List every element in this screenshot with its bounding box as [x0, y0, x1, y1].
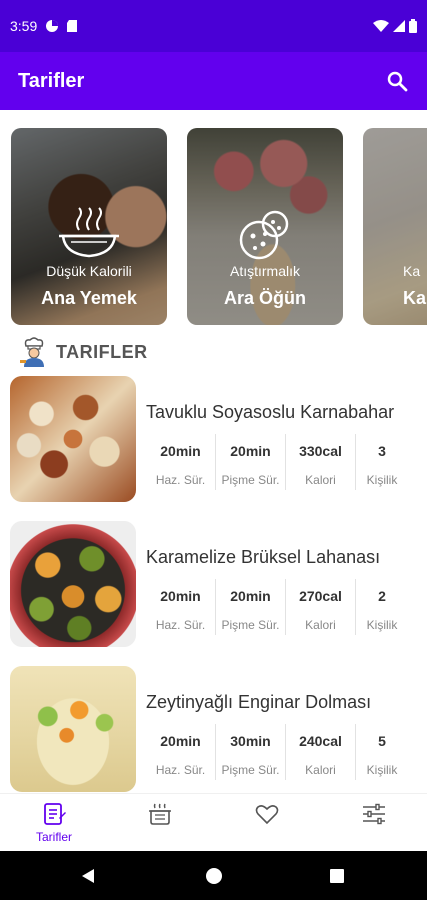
prep-time-label: Haz. Sür. [155, 618, 206, 632]
prep-time-value: 20min [160, 733, 201, 749]
cooking-pot-icon [149, 803, 171, 825]
cook-time-label: Pişme Sür. [221, 763, 280, 777]
category-card-snack[interactable]: Atıştırmalık Ara Öğün [187, 128, 343, 325]
status-bar: 3:59 [0, 0, 427, 52]
category-title: Ka [403, 288, 427, 308]
nav-tab-recipes[interactable]: Tarifler [24, 800, 84, 846]
back-icon[interactable] [80, 867, 98, 885]
recipe-card[interactable]: Karamelize Brüksel Lahanası 20min Haz. Sü… [10, 521, 427, 647]
recents-icon[interactable] [329, 868, 345, 884]
calorie-value: 330cal [299, 443, 342, 459]
recipe-image [10, 376, 136, 502]
serving-label: Kişilik [366, 473, 398, 487]
battery-icon [409, 19, 417, 33]
status-time: 3:59 [10, 18, 38, 34]
recipe-card[interactable]: Tavuklu Soyasoslu Karnabahar 20min Haz. S… [10, 376, 427, 502]
cook-time-label: Pişme Sür. [221, 618, 280, 632]
category-subtitle: Ka [403, 263, 421, 279]
cook-time-value: 20min [230, 588, 271, 604]
cook-time-value: 30min [230, 733, 271, 749]
recipe-name: Tavuklu Soyasoslu Karnabahar [146, 402, 395, 422]
recipe-image [10, 666, 136, 792]
chef-icon [20, 337, 44, 367]
bottom-navigation: Tarifler [0, 793, 427, 851]
heart-icon [255, 805, 279, 825]
calorie-value: 270cal [299, 588, 342, 604]
serving-value: 5 [378, 733, 386, 749]
calorie-label: Kalori [305, 618, 336, 632]
recipe-card[interactable]: Zeytinyağlı Enginar Dolması 20min Haz. Sü… [10, 666, 427, 792]
category-carousel[interactable]: Düşük Kalorili Ana Yemek Atıştırmalık Ar… [0, 128, 427, 326]
cook-time-value: 20min [230, 443, 271, 459]
system-navigation-bar [0, 851, 427, 900]
calorie-label: Kalori [305, 473, 336, 487]
serving-label: Kişilik [366, 618, 398, 632]
serving-value: 3 [378, 443, 386, 459]
calorie-value: 240cal [299, 733, 342, 749]
section-header: TARIFLER [18, 336, 148, 368]
category-title: Ana Yemek [41, 288, 137, 308]
sd-card-icon [67, 20, 78, 32]
app-bar: Tarifler [0, 52, 427, 110]
recipe-name: Karamelize Brüksel Lahanası [146, 547, 381, 567]
prep-time-value: 20min [160, 588, 201, 604]
recipe-image [10, 521, 136, 647]
data-saver-icon [46, 20, 59, 32]
home-icon[interactable] [205, 867, 223, 885]
serving-label: Kişilik [366, 763, 398, 777]
nav-tab-settings[interactable] [344, 800, 404, 846]
recipe-stats: 20min Haz. Sür. 20min Pişme Sür. 330cal Kal… [146, 434, 408, 490]
search-icon[interactable] [385, 69, 409, 93]
signal-icon [393, 20, 405, 32]
recipe-book-icon [44, 803, 66, 825]
category-card-partial[interactable]: Ka Ka [363, 128, 427, 325]
sliders-icon [363, 803, 385, 825]
recipe-name: Zeytinyağlı Enginar Dolması [146, 692, 372, 712]
prep-time-label: Haz. Sür. [155, 473, 206, 487]
page-title: Tarifler [18, 69, 85, 92]
recipe-stats: 20min Haz. Sür. 20min Pişme Sür. 270cal Kal… [146, 579, 408, 635]
calorie-label: Kalori [305, 763, 336, 777]
nav-tab-cooking[interactable] [130, 800, 190, 846]
wifi-icon [373, 20, 389, 32]
nav-tab-favorites[interactable] [237, 800, 297, 846]
prep-time-value: 20min [160, 443, 201, 459]
category-subtitle: Atıştırmalık [229, 263, 300, 279]
cook-time-label: Pişme Sür. [221, 473, 280, 487]
category-card-main-dish[interactable]: Düşük Kalorili Ana Yemek [11, 128, 167, 325]
recipe-stats: 20min Haz. Sür. 30min Pişme Sür. 240cal Kal… [146, 724, 408, 780]
nav-label: Tarifler [35, 830, 72, 844]
prep-time-label: Haz. Sür. [155, 763, 206, 777]
section-title: TARIFLER [56, 341, 148, 362]
category-subtitle: Düşük Kalorili [46, 263, 132, 279]
category-title: Ara Öğün [223, 288, 306, 308]
food-bowl-icon [59, 207, 119, 258]
serving-value: 2 [378, 588, 386, 604]
cookies-icon [239, 210, 289, 260]
